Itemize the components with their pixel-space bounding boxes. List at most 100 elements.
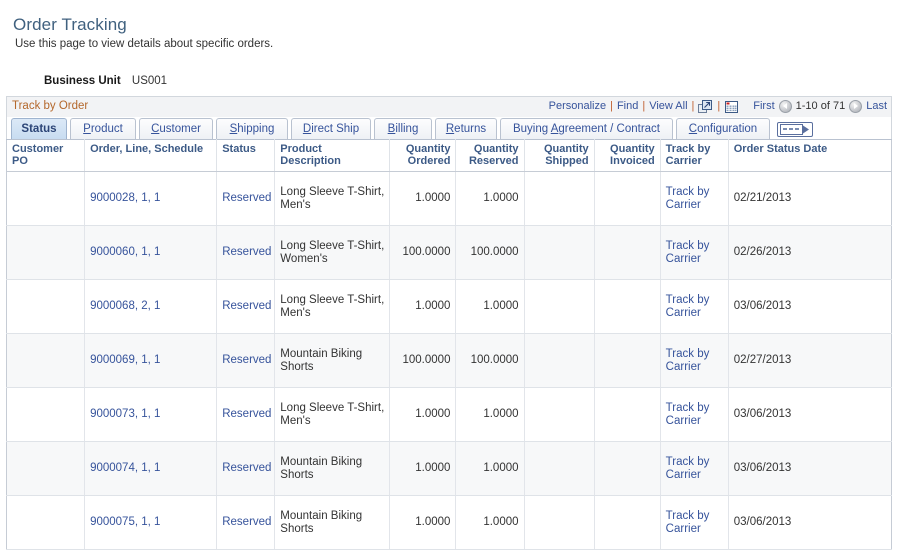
- cell-qty-reserved: 1.0000: [455, 171, 525, 226]
- track-by-carrier-link[interactable]: Track by Carrier: [666, 186, 710, 211]
- column-header-quantity-ordered: Quantity Ordered: [389, 139, 457, 172]
- track-by-carrier-link[interactable]: Track by Carrier: [666, 240, 710, 265]
- status-link[interactable]: Reserved: [222, 300, 271, 312]
- status-link[interactable]: Reserved: [222, 246, 271, 258]
- cell-track-by-carrier[interactable]: Track by Carrier: [660, 495, 729, 550]
- order-line-schedule-link[interactable]: 9000068, 2, 1: [90, 300, 160, 312]
- business-unit-value: US001: [131, 75, 168, 87]
- toolbar-separator-3: |: [691, 100, 695, 112]
- table-body: 9000028, 1, 1 Reserved Long Sleeve T-Shirt…: [6, 171, 892, 550]
- tab-returns[interactable]: Returns: [435, 118, 497, 139]
- page-title: Order Tracking: [13, 15, 127, 35]
- table-row: 9000060, 1, 1 Reserved Long Sleeve T-Shirt…: [6, 225, 892, 280]
- table-row: 9000069, 1, 1 Reserved Mountain Biking Sho…: [6, 333, 892, 388]
- column-header-quantity-reserved: Quantity Reserved: [455, 139, 525, 172]
- order-line-schedule-link[interactable]: 9000075, 1, 1: [90, 516, 160, 528]
- cell-product-description: Mountain Biking Shorts: [274, 495, 391, 550]
- cell-order-line-schedule[interactable]: 9000073, 1, 1: [84, 387, 218, 442]
- tab-product[interactable]: Product: [70, 118, 136, 139]
- cell-status[interactable]: Reserved: [216, 171, 276, 226]
- view-all-link[interactable]: View All: [649, 100, 687, 112]
- cell-track-by-carrier[interactable]: Track by Carrier: [660, 279, 729, 334]
- status-link[interactable]: Reserved: [222, 192, 271, 204]
- cell-qty-shipped: [524, 441, 595, 496]
- cell-product-description: Mountain Biking Shorts: [274, 333, 391, 388]
- tab-shipping[interactable]: Shipping: [216, 118, 288, 139]
- personalize-link[interactable]: Personalize: [549, 100, 606, 112]
- cell-order-status-date: 03/06/2013: [728, 279, 892, 334]
- cell-order-line-schedule[interactable]: 9000060, 1, 1: [84, 225, 218, 280]
- new-window-icon[interactable]: [698, 100, 713, 114]
- order-line-schedule-link[interactable]: 9000069, 1, 1: [90, 354, 160, 366]
- cell-qty-shipped: [524, 279, 595, 334]
- cell-qty-shipped: [524, 171, 595, 226]
- cell-track-by-carrier[interactable]: Track by Carrier: [660, 171, 729, 226]
- cell-track-by-carrier[interactable]: Track by Carrier: [660, 225, 729, 280]
- find-link[interactable]: Find: [617, 100, 638, 112]
- cell-track-by-carrier[interactable]: Track by Carrier: [660, 387, 729, 442]
- status-link[interactable]: Reserved: [222, 516, 271, 528]
- show-next-tabs-icon[interactable]: [777, 122, 813, 137]
- cell-customer-po: [6, 387, 86, 442]
- cell-order-status-date: 02/26/2013: [728, 225, 892, 280]
- cell-customer-po: [6, 171, 86, 226]
- last-page-link[interactable]: Last: [866, 100, 887, 112]
- cell-product-description: Long Sleeve T-Shirt, Men's: [274, 387, 391, 442]
- tab-customer[interactable]: Customer: [139, 118, 213, 139]
- column-header-track-by-carrier: Track by Carrier: [660, 139, 729, 172]
- cell-qty-ordered: 100.0000: [389, 225, 457, 280]
- cell-order-line-schedule[interactable]: 9000028, 1, 1: [84, 171, 218, 226]
- track-by-carrier-link[interactable]: Track by Carrier: [666, 348, 710, 373]
- cell-order-line-schedule[interactable]: 9000074, 1, 1: [84, 441, 218, 496]
- cell-product-description: Mountain Biking Shorts: [274, 441, 391, 496]
- cell-track-by-carrier[interactable]: Track by Carrier: [660, 441, 729, 496]
- tab-configuration[interactable]: Configuration: [676, 118, 770, 139]
- track-by-carrier-link[interactable]: Track by Carrier: [666, 294, 710, 319]
- cell-status[interactable]: Reserved: [216, 279, 276, 334]
- download-to-excel-icon[interactable]: [724, 100, 739, 114]
- tab-billing[interactable]: Billing: [374, 118, 432, 139]
- cell-status[interactable]: Reserved: [216, 495, 276, 550]
- page-subtitle: Use this page to view details about spec…: [15, 38, 274, 50]
- cell-order-line-schedule[interactable]: 9000069, 1, 1: [84, 333, 218, 388]
- cell-order-line-schedule[interactable]: 9000075, 1, 1: [84, 495, 218, 550]
- table-row: 9000074, 1, 1 Reserved Mountain Biking Sho…: [6, 441, 892, 496]
- order-line-schedule-link[interactable]: 9000074, 1, 1: [90, 462, 160, 474]
- cell-qty-reserved: 1.0000: [455, 495, 525, 550]
- cell-track-by-carrier[interactable]: Track by Carrier: [660, 333, 729, 388]
- cell-order-status-date: 03/06/2013: [728, 441, 892, 496]
- first-page-link[interactable]: First: [753, 100, 774, 112]
- tab-status[interactable]: Status: [11, 118, 67, 139]
- previous-page-arrow-icon[interactable]: [778, 99, 792, 113]
- cell-order-status-date: 02/21/2013: [728, 171, 892, 226]
- cell-status[interactable]: Reserved: [216, 387, 276, 442]
- status-link[interactable]: Reserved: [222, 354, 271, 366]
- tab-direct-ship[interactable]: Direct Ship: [291, 118, 371, 139]
- toolbar-separator-2: |: [642, 100, 646, 112]
- toolbar-separator-1: |: [610, 100, 613, 112]
- cell-qty-invoiced: [594, 225, 661, 280]
- status-link[interactable]: Reserved: [222, 462, 271, 474]
- order-line-schedule-link[interactable]: 9000028, 1, 1: [90, 192, 160, 204]
- cell-qty-reserved: 1.0000: [455, 387, 525, 442]
- cell-qty-reserved: 100.0000: [455, 333, 525, 388]
- status-link[interactable]: Reserved: [222, 408, 271, 420]
- cell-qty-invoiced: [594, 171, 661, 226]
- cell-order-status-date: 02/27/2013: [728, 333, 892, 388]
- track-by-carrier-link[interactable]: Track by Carrier: [666, 456, 710, 481]
- next-page-arrow-icon[interactable]: [849, 99, 863, 113]
- cell-order-status-date: 03/06/2013: [728, 387, 892, 442]
- cell-status[interactable]: Reserved: [216, 225, 276, 280]
- cell-qty-reserved: 1.0000: [455, 441, 525, 496]
- table-row: 9000075, 1, 1 Reserved Mountain Biking Sho…: [6, 495, 892, 550]
- cell-status[interactable]: Reserved: [216, 333, 276, 388]
- track-by-carrier-link[interactable]: Track by Carrier: [666, 402, 710, 427]
- track-by-carrier-link[interactable]: Track by Carrier: [666, 510, 710, 535]
- grid-toolbar: Personalize | Find | View All | | First …: [549, 99, 887, 113]
- order-line-schedule-link[interactable]: 9000060, 1, 1: [90, 246, 160, 258]
- column-header-product-description: Product Description: [274, 139, 391, 172]
- tab-buying-agreement-contract[interactable]: Buying Agreement / Contract: [500, 118, 673, 139]
- cell-order-line-schedule[interactable]: 9000068, 2, 1: [84, 279, 218, 334]
- cell-status[interactable]: Reserved: [216, 441, 276, 496]
- order-line-schedule-link[interactable]: 9000073, 1, 1: [90, 408, 160, 420]
